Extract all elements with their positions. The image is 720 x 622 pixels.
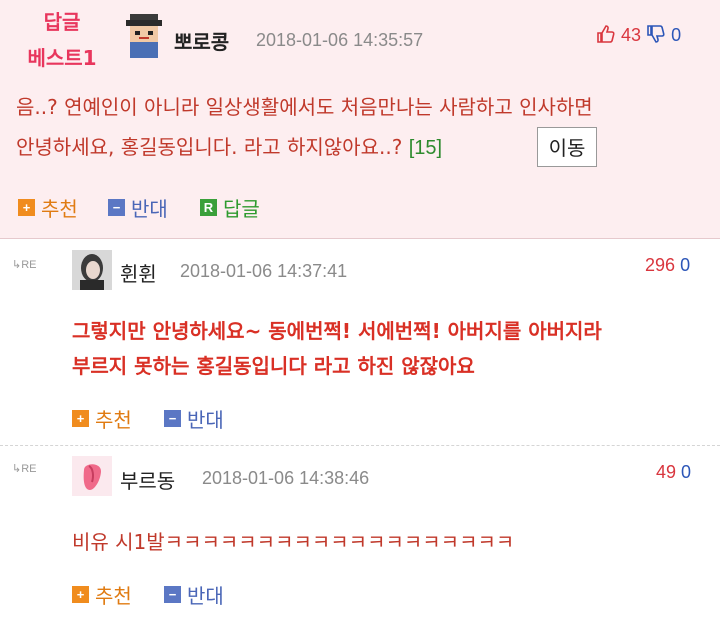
best-badge: 답글 베스트1 — [22, 8, 102, 72]
comment-line: 안녕하세요, 홍길동입니다. 라고 하지않아요..? [15] — [16, 127, 593, 168]
vote-counts: 49 0 — [656, 462, 691, 483]
move-button[interactable]: 이동 — [537, 127, 597, 167]
reply-button[interactable]: R 답글 — [200, 193, 260, 222]
comment-line: 부르지 못하는 홍길동입니다 라고 하진 않잖아요 — [72, 354, 475, 378]
best-badge-line1: 답글 — [43, 10, 81, 34]
reply-arrow-icon: ↳RE — [12, 259, 37, 271]
post-date: 2018-01-06 14:38:46 — [202, 468, 370, 488]
author-name[interactable]: 뽀로콩 — [174, 26, 229, 55]
oppose-button[interactable]: − 반대 — [164, 580, 224, 609]
author-name[interactable]: 부르동 — [120, 465, 175, 494]
up-vote-count: 43 — [621, 25, 642, 45]
plus-icon: + — [18, 199, 35, 216]
thumbs-up-icon[interactable] — [596, 24, 616, 49]
avatar[interactable] — [124, 14, 164, 58]
post-date: 2018-01-06 14:37:41 — [180, 261, 348, 281]
oppose-label: 반대 — [131, 197, 168, 221]
oppose-label: 반대 — [187, 584, 224, 608]
best-badge-line2: 베스트1 — [27, 46, 97, 70]
recommend-label: 추천 — [41, 197, 78, 221]
comment-line-text: 안녕하세요, 홍길동입니다. 라고 하지않아요..? — [16, 135, 403, 159]
oppose-label: 반대 — [187, 408, 224, 432]
vote-counts: 296 0 — [645, 255, 690, 276]
reply-icon: R — [200, 199, 217, 216]
down-vote-count: 0 — [680, 255, 691, 275]
comment-body: 비유 시1발ㅋㅋㅋㅋㅋㅋㅋㅋㅋㅋㅋㅋㅋㅋㅋㅋㅋㅋㅋ — [72, 530, 515, 554]
plus-icon: + — [72, 410, 89, 427]
up-vote-count: 296 — [645, 255, 676, 275]
down-vote-count: 0 — [671, 25, 682, 45]
author-name[interactable]: 휜휜 — [120, 258, 157, 287]
avatar[interactable] — [72, 250, 112, 290]
reply-count[interactable]: [15] — [409, 137, 442, 159]
down-vote-count: 0 — [681, 462, 692, 482]
vote-counts: 43 0 — [596, 24, 681, 49]
recommend-button[interactable]: + 추천 — [18, 193, 78, 222]
recommend-button[interactable]: + 추천 — [72, 580, 132, 609]
thumbs-down-icon[interactable] — [646, 24, 666, 49]
recommend-label: 추천 — [95, 408, 132, 432]
recommend-button[interactable]: + 추천 — [72, 404, 132, 433]
minus-icon: − — [164, 410, 181, 427]
post-date: 2018-01-06 14:35:57 — [256, 30, 424, 50]
comment-body: 그렇지만 안녕하세요~ 동에번쩍! 서에번쩍! 아버지를 아버지라 부르지 못하… — [72, 314, 602, 384]
comment-body: 음..? 연예인이 아니라 일상생활에서도 처음만나는 사람하고 인사하면 안녕… — [16, 87, 593, 168]
divider — [0, 445, 720, 446]
re-label: RE — [21, 259, 37, 271]
re-label: RE — [21, 463, 37, 475]
plus-icon: + — [72, 586, 89, 603]
reply-label: 답글 — [223, 197, 260, 221]
oppose-button[interactable]: − 반대 — [108, 193, 168, 222]
minus-icon: − — [164, 586, 181, 603]
comment-line: 음..? 연예인이 아니라 일상생활에서도 처음만나는 사람하고 인사하면 — [16, 95, 593, 119]
up-vote-count: 49 — [656, 462, 677, 482]
comment-line: 그렇지만 안녕하세요~ 동에번쩍! 서에번쩍! 아버지를 아버지라 — [72, 319, 602, 343]
best-comment: 답글 베스트1 뽀로콩 2018-01-06 14:35:57 43 0 음..… — [0, 0, 720, 239]
minus-icon: − — [108, 199, 125, 216]
avatar[interactable] — [72, 456, 112, 496]
reply-arrow-icon: ↳RE — [12, 463, 37, 475]
oppose-button[interactable]: − 반대 — [164, 404, 224, 433]
recommend-label: 추천 — [95, 584, 132, 608]
